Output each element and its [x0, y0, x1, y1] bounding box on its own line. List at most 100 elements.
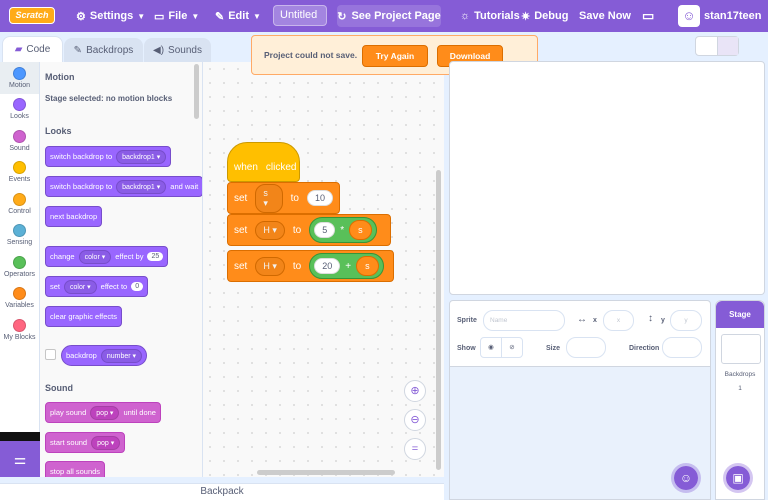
- operator-symbol: +: [345, 260, 352, 272]
- set-variable-block[interactable]: set s ▾ to 10: [227, 182, 340, 214]
- category-label: My Blocks: [3, 333, 36, 341]
- effect-dropdown[interactable]: color ▾: [78, 249, 112, 264]
- variable-dropdown[interactable]: H ▾: [255, 256, 285, 276]
- workspace-horizontal-scrollbar[interactable]: [257, 470, 395, 475]
- category-operators[interactable]: Operators: [0, 251, 39, 283]
- project-title-input[interactable]: Untitled: [273, 5, 327, 26]
- show-visible-button[interactable]: ◉: [480, 337, 502, 358]
- variable-reporter[interactable]: s: [349, 220, 372, 240]
- settings-label: Settings: [89, 10, 134, 22]
- block-text: next backdrop: [50, 212, 98, 221]
- sound-dropdown[interactable]: pop ▾: [90, 405, 120, 420]
- y-label: y: [661, 317, 665, 324]
- category-label: Control: [8, 207, 31, 215]
- y-input[interactable]: y: [670, 310, 702, 331]
- tutorials-button[interactable]: ☼ Tutorials: [460, 0, 520, 32]
- x-input[interactable]: x: [603, 310, 634, 331]
- save-now-button[interactable]: Save Now: [579, 0, 631, 32]
- effect-value-input[interactable]: 0: [131, 282, 144, 291]
- edit-menu[interactable]: ✎ Edit ▼: [215, 0, 261, 32]
- category-motion[interactable]: Motion: [0, 62, 39, 94]
- clear-effects-block[interactable]: clear graphic effects: [45, 306, 122, 327]
- category-variables[interactable]: Variables: [0, 283, 39, 315]
- category-looks[interactable]: Looks: [0, 94, 39, 126]
- block-text: stop all sounds: [50, 467, 101, 476]
- workspace-vertical-scrollbar[interactable]: [436, 170, 441, 470]
- multiply-operator-block[interactable]: 5 * s: [309, 217, 377, 243]
- eye-icon: ◉: [488, 344, 494, 351]
- tab-backdrops[interactable]: ✎ Backdrops: [64, 38, 143, 62]
- show-hidden-button[interactable]: ⊘: [501, 337, 523, 358]
- small-stage-button[interactable]: [696, 37, 717, 55]
- sprite-label: Sprite: [457, 317, 477, 324]
- sprite-name-input[interactable]: Name: [483, 310, 565, 331]
- category-events[interactable]: Events: [0, 157, 39, 189]
- backdrop-property-dropdown[interactable]: number ▾: [100, 348, 143, 363]
- operand-input[interactable]: 20: [314, 258, 341, 274]
- eye-slash-icon: ⊘: [509, 344, 515, 351]
- debug-button[interactable]: ✷ Debug: [521, 0, 568, 32]
- switch-backdrop-block[interactable]: switch backdrop to backdrop1 ▾: [45, 146, 172, 167]
- pencil-icon: ✎: [215, 10, 225, 23]
- choose-backdrop-button[interactable]: ▣: [723, 463, 753, 493]
- scratch-logo[interactable]: Scratch: [9, 7, 55, 24]
- category-my-blocks[interactable]: My Blocks: [0, 314, 39, 346]
- block-text: switch backdrop to: [50, 152, 113, 161]
- backdrop-dropdown[interactable]: backdrop1 ▾: [116, 149, 167, 164]
- next-backdrop-block[interactable]: next backdrop: [45, 206, 103, 227]
- zoom-reset-button[interactable]: =: [404, 438, 426, 460]
- effect-amount-input[interactable]: 25: [147, 252, 164, 261]
- switch-backdrop-wait-block[interactable]: switch backdrop to backdrop1 ▾ and wait: [45, 176, 202, 197]
- category-control[interactable]: Control: [0, 188, 39, 220]
- stop-all-sounds-block[interactable]: stop all sounds: [45, 461, 106, 477]
- variable-dropdown[interactable]: H ▾: [255, 220, 285, 240]
- set-variable-block[interactable]: set H ▾ to 20 + s: [227, 250, 394, 282]
- value-input[interactable]: 10: [306, 190, 333, 206]
- settings-menu[interactable]: ⚙ Settings ▼: [76, 0, 145, 32]
- choose-sprite-button[interactable]: ☺: [671, 463, 701, 493]
- zoom-out-button[interactable]: ⊖: [404, 409, 426, 431]
- file-menu[interactable]: ▭ File ▼: [154, 0, 199, 32]
- see-project-page-button[interactable]: ↻ See Project Page: [337, 5, 441, 27]
- lightbulb-icon: ☼: [460, 10, 471, 22]
- username[interactable]: stan17teen: [704, 0, 761, 32]
- category-color-dot: [13, 129, 26, 143]
- block-text: effect to: [100, 282, 128, 291]
- size-input[interactable]: [566, 337, 606, 358]
- tab-sounds[interactable]: ◀) Sounds: [144, 38, 211, 62]
- block-text: until done: [123, 408, 156, 417]
- sound-dropdown[interactable]: pop ▾: [91, 435, 121, 450]
- variable-dropdown[interactable]: s ▾: [255, 183, 283, 213]
- set-variable-block[interactable]: set H ▾ to 5 * s: [227, 214, 391, 246]
- variable-reporter[interactable]: s: [356, 256, 379, 276]
- category-label: Sound: [9, 144, 30, 152]
- zoom-in-button[interactable]: ⊕: [404, 380, 426, 402]
- folder-icon[interactable]: ▭: [642, 0, 654, 32]
- category-sound[interactable]: Sound: [0, 125, 39, 157]
- block-text: play sound: [50, 408, 87, 417]
- stage-canvas[interactable]: [449, 61, 765, 295]
- direction-input[interactable]: [662, 337, 702, 358]
- change-effect-block[interactable]: change color ▾ effect by 25: [45, 246, 169, 267]
- backdrop-reporter-block[interactable]: backdrop number ▾: [61, 345, 148, 366]
- try-again-button[interactable]: Try Again: [362, 45, 428, 67]
- tab-code[interactable]: ▰ Code: [2, 36, 63, 62]
- play-sound-block[interactable]: play sound pop ▾ until done: [45, 402, 161, 423]
- large-stage-button[interactable]: [716, 37, 738, 55]
- start-sound-block[interactable]: start sound pop ▾: [45, 432, 126, 453]
- backdrop-reporter-checkbox[interactable]: [45, 349, 56, 360]
- backpack[interactable]: Backpack: [0, 483, 444, 500]
- when-flag-clicked-block[interactable]: when clicked: [227, 142, 300, 182]
- add-operator-block[interactable]: 20 + s: [309, 253, 384, 279]
- add-extension-button[interactable]: ⚌: [0, 441, 40, 477]
- avatar[interactable]: ☺: [678, 5, 700, 27]
- set-effect-block[interactable]: set color ▾ effect to 0: [45, 276, 149, 297]
- block-text: and wait: [170, 182, 199, 191]
- effect-dropdown[interactable]: color ▾: [64, 279, 97, 294]
- script-workspace[interactable]: when clicked set s ▾ to 10 set H ▾ to 5 …: [203, 62, 444, 477]
- operand-input[interactable]: 5: [314, 222, 336, 238]
- category-sensing[interactable]: Sensing: [0, 220, 39, 252]
- backdrop-dropdown[interactable]: backdrop1 ▾: [116, 179, 167, 194]
- block-text: to: [292, 260, 302, 272]
- palette-scrollbar[interactable]: [194, 64, 199, 119]
